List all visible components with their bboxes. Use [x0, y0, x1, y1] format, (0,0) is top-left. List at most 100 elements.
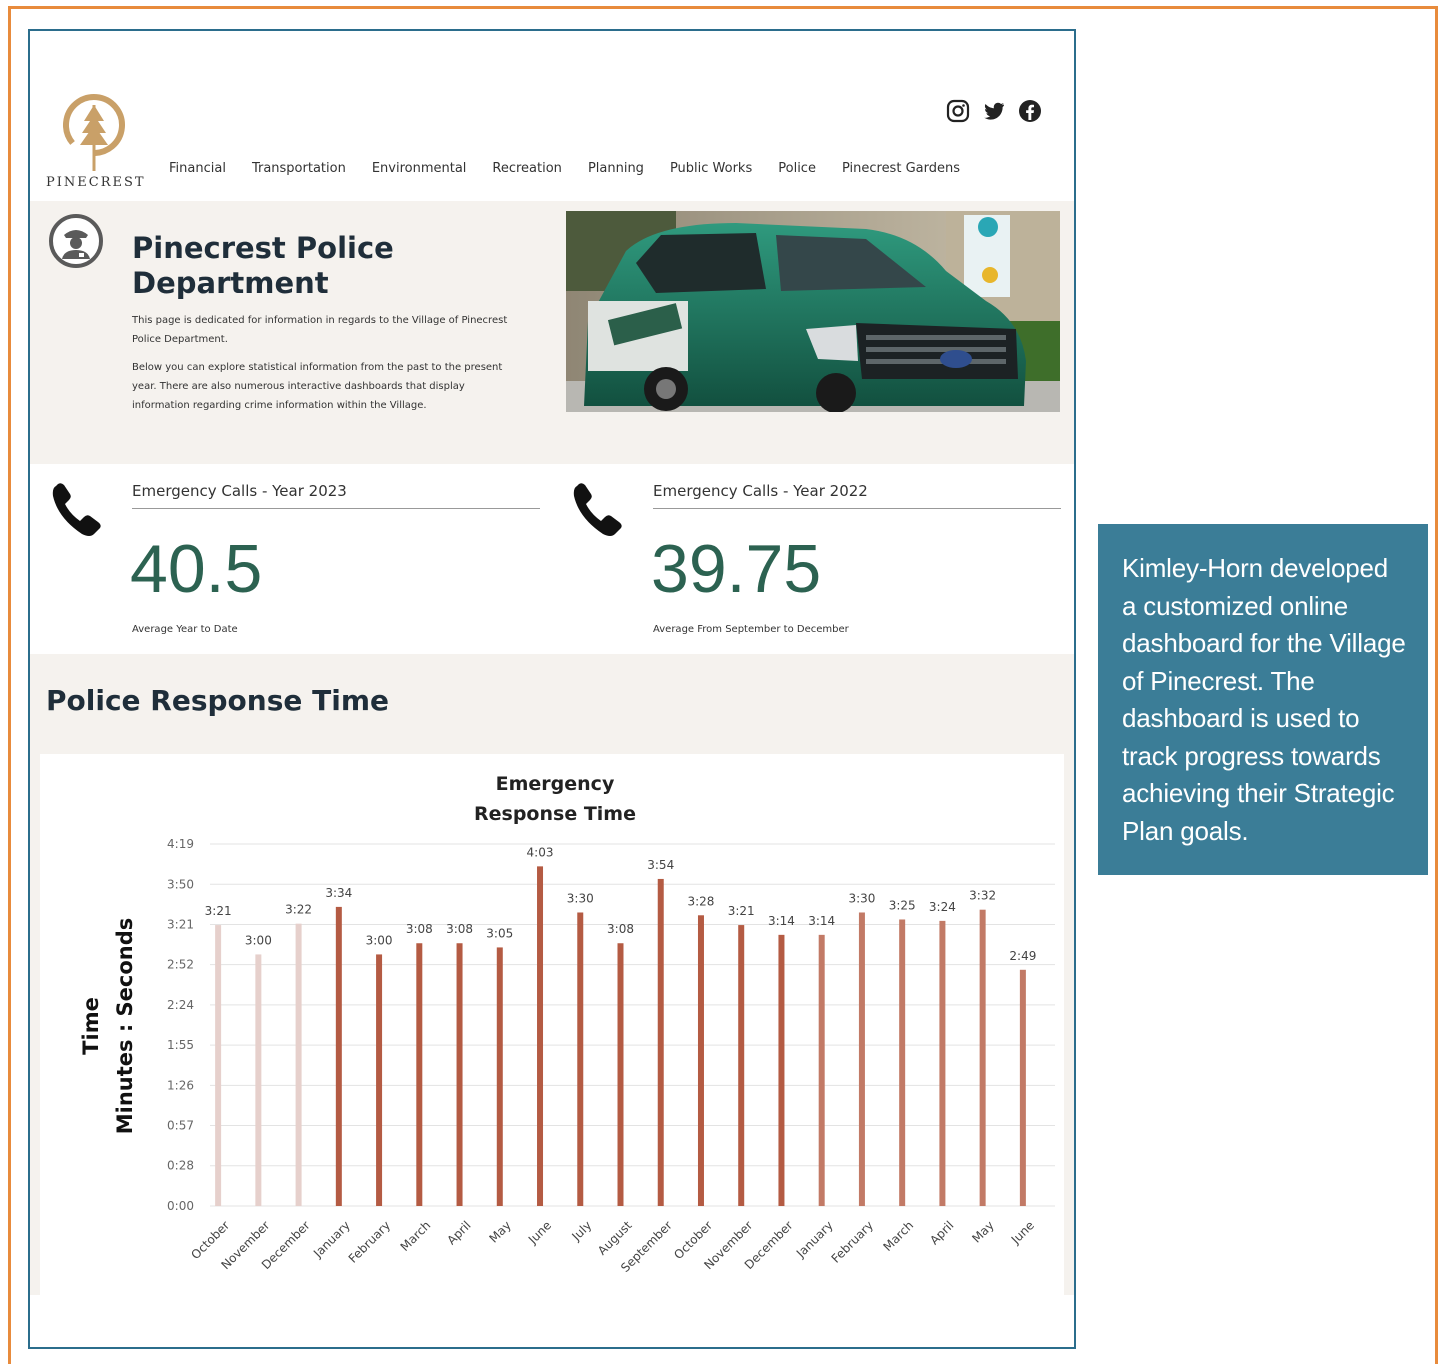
- bar: [537, 866, 544, 1206]
- stat-label: Emergency Calls - Year 2023: [132, 482, 540, 509]
- data-label: 3:30: [567, 891, 594, 905]
- x-tick-label: March: [398, 1218, 434, 1254]
- data-label: 3:32: [969, 889, 996, 903]
- y-tick-label: 1:26: [167, 1078, 194, 1092]
- data-label: 3:34: [325, 886, 352, 900]
- caption-text: Kimley-Horn developed a customized onlin…: [1122, 553, 1406, 846]
- stat-label: Emergency Calls - Year 2022: [653, 482, 1061, 509]
- twitter-icon[interactable]: [982, 99, 1006, 123]
- bar: [818, 934, 825, 1206]
- x-tick-label: May: [486, 1218, 513, 1245]
- x-tick-label: May: [969, 1218, 996, 1245]
- data-label: 3:08: [446, 922, 473, 936]
- nav-item-environmental[interactable]: Environmental: [359, 161, 480, 176]
- bar: [456, 943, 463, 1206]
- bar: [255, 954, 262, 1206]
- data-label: 3:00: [366, 933, 393, 947]
- data-label: 3:21: [728, 904, 755, 918]
- data-label: 3:08: [607, 922, 634, 936]
- stat-note: Average Year to Date: [132, 624, 238, 635]
- x-tick-label: April: [927, 1218, 956, 1247]
- bar: [738, 925, 745, 1206]
- bar: [376, 954, 383, 1206]
- x-tick-label: July: [569, 1218, 595, 1244]
- x-tick-label: February: [346, 1218, 394, 1266]
- dashboard-screenshot: PINECREST Financial Transportation Envir…: [28, 29, 1076, 1349]
- bar: [335, 906, 342, 1206]
- bar: [778, 934, 785, 1206]
- police-officer-icon: [49, 214, 103, 268]
- x-tick-label: June: [525, 1218, 554, 1247]
- phone-icon: [52, 483, 101, 536]
- y-tick-label: 0:57: [167, 1118, 194, 1132]
- data-label: 3:08: [406, 922, 433, 936]
- y-tick-label: 0:00: [167, 1199, 194, 1213]
- stat-card-2022: Emergency Calls - Year 2022 39.75 Averag…: [551, 464, 1061, 654]
- x-tick-label: August: [595, 1218, 635, 1258]
- bar: [577, 912, 584, 1206]
- phone-icon: [573, 483, 622, 536]
- data-label: 3:14: [768, 914, 795, 928]
- stat-value: 39.75: [651, 531, 822, 607]
- x-tick-label: April: [444, 1218, 473, 1247]
- section-header: Police Response Time: [30, 654, 1074, 754]
- chart-title: Emergency: [496, 773, 615, 795]
- stat-card-2023: Emergency Calls - Year 2023 40.5 Average…: [30, 464, 540, 654]
- response-time-chart: Emergency Response Time 0:00 0:28 0:57 1:26 1:…: [79, 773, 1055, 1275]
- bar: [939, 920, 946, 1206]
- bar: [295, 923, 302, 1206]
- hero-description-text: Below you can explore statistical inform…: [132, 362, 503, 411]
- chart-panel: Emergency Response Time 0:00 0:28 0:57 1:26 1:…: [40, 754, 1064, 1295]
- stat-value: 40.5: [130, 531, 263, 607]
- stats-section: Emergency Calls - Year 2023 40.5 Average…: [30, 464, 1074, 654]
- bar: [657, 878, 664, 1206]
- chart-area: Emergency Response Time 0:00 0:28 0:57 1:26 1:…: [30, 754, 1074, 1295]
- bar: [215, 925, 222, 1206]
- police-car-photo: [566, 211, 1060, 412]
- instagram-icon[interactable]: [946, 99, 970, 123]
- y-tick-label: 3:21: [167, 918, 194, 932]
- bar: [979, 909, 986, 1206]
- data-label: 3:25: [889, 898, 916, 912]
- nav-item-police[interactable]: Police: [765, 161, 829, 176]
- y-tick-label: 2:24: [167, 998, 194, 1012]
- bar: [496, 947, 503, 1206]
- y-axis-label: Minutes : Seconds: [113, 918, 137, 1135]
- x-tick-label: February: [829, 1218, 877, 1266]
- bar: [899, 919, 906, 1206]
- data-label: 3:05: [486, 926, 513, 940]
- y-tick-label: 2:52: [167, 958, 194, 972]
- data-label: 3:28: [687, 894, 714, 908]
- y-tick-label: 3:50: [167, 877, 194, 891]
- nav-item-public-works[interactable]: Public Works: [657, 161, 765, 176]
- caption-box: Kimley-Horn developed a customized onlin…: [1098, 524, 1428, 875]
- nav-item-recreation[interactable]: Recreation: [479, 161, 575, 176]
- x-tick-label: June: [1008, 1218, 1037, 1247]
- bar: [617, 943, 624, 1206]
- bar: [1019, 969, 1026, 1206]
- logo-wordmark: PINECREST: [46, 175, 146, 190]
- nav-item-financial[interactable]: Financial: [156, 161, 239, 176]
- data-label: 3:14: [808, 914, 835, 928]
- y-tick-label: 0:28: [167, 1159, 194, 1173]
- nav-item-pinecrest-gardens[interactable]: Pinecrest Gardens: [829, 161, 973, 176]
- x-tick-label: March: [881, 1218, 917, 1254]
- hero-section: Pinecrest Police Department This page is…: [30, 201, 1074, 464]
- bar: [416, 943, 423, 1206]
- nav-item-transportation[interactable]: Transportation: [239, 161, 359, 176]
- facebook-icon[interactable]: [1018, 99, 1042, 123]
- data-label: 3:00: [245, 933, 272, 947]
- y-tick-label: 1:55: [167, 1038, 194, 1052]
- page-title: Pinecrest Police Department: [132, 231, 394, 300]
- data-label: 3:21: [205, 904, 232, 918]
- social-links: [946, 99, 1042, 123]
- data-label: 3:22: [285, 903, 312, 917]
- chart-title: Response Time: [474, 803, 636, 825]
- section-title: Police Response Time: [46, 684, 389, 717]
- bar: [697, 915, 704, 1206]
- nav-item-planning[interactable]: Planning: [575, 161, 657, 176]
- data-label: 4:03: [527, 845, 554, 859]
- data-label: 2:49: [1009, 949, 1036, 963]
- data-label: 3:30: [848, 891, 875, 905]
- stat-note: Average From September to December: [653, 624, 849, 635]
